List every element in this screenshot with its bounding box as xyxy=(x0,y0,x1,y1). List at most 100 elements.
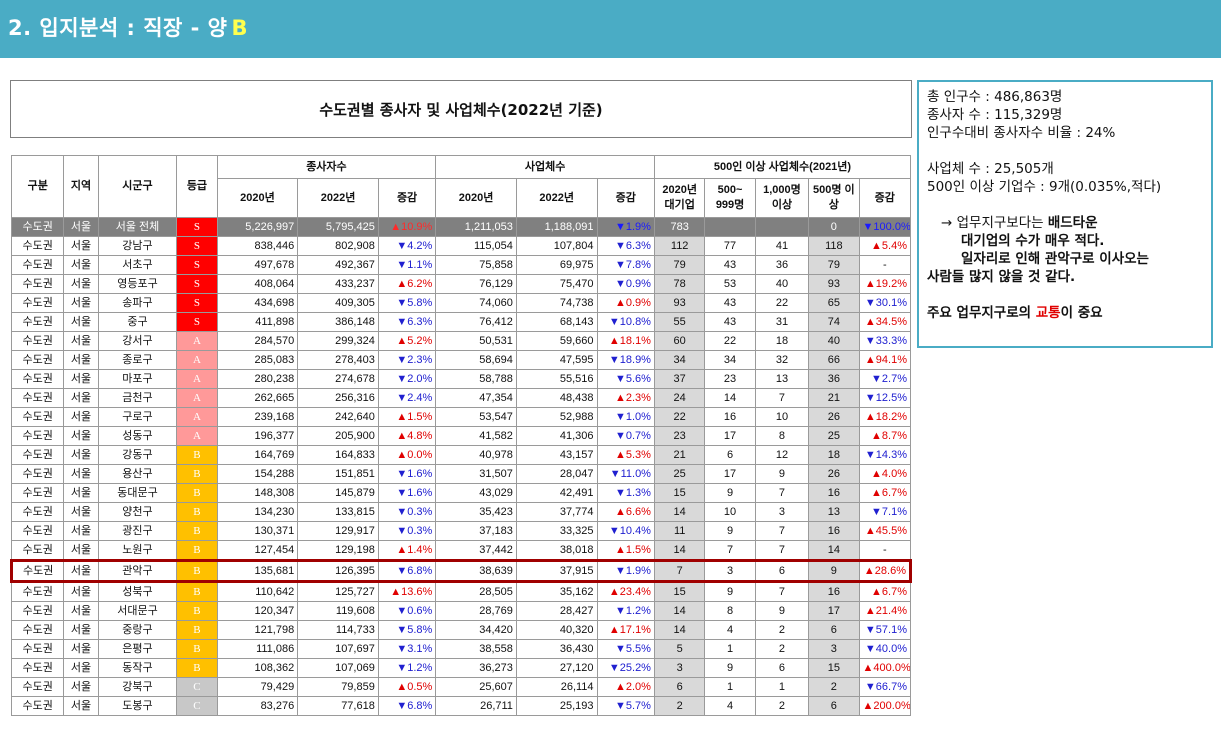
cell-grade: S xyxy=(176,236,218,256)
cell-biz-change: ▼10.4% xyxy=(596,521,655,541)
cell-large-1000: 8 xyxy=(754,426,810,446)
cell-sigungu: 관악구 xyxy=(97,559,178,583)
header-region: 지역 xyxy=(63,155,99,218)
cell-biz-2020: 38,558 xyxy=(435,639,517,659)
cell-region: 서울 xyxy=(63,293,99,313)
cell-workers-2022: 79,859 xyxy=(297,677,379,697)
cell-biz-change: ▲5.3% xyxy=(596,445,655,465)
cell-large-change: ▲4.0% xyxy=(858,464,912,484)
cell-workers-change: ▼2.0% xyxy=(377,369,437,389)
header-grade: 등급 xyxy=(176,155,218,218)
cell-biz-2020: 47,354 xyxy=(435,388,517,408)
cell-biz-2020: 40,978 xyxy=(435,445,517,465)
cell-large-2020: 22 xyxy=(653,407,706,427)
cell-large-change: ▼14.3% xyxy=(858,445,912,465)
cell-workers-2020: 121,798 xyxy=(216,620,299,640)
note-large-firms: 500인 이상 기업수 : 9개(0.035%,적다) xyxy=(927,179,1162,195)
cell-biz-2020: 43,029 xyxy=(435,483,517,503)
change-up: ▲21.4% xyxy=(864,604,907,617)
table-row: 수도권 서울 강남구 S 838,446 802,908 ▼4.2% 115,054 107,8… xyxy=(10,236,912,256)
cell-sigungu: 성북구 xyxy=(97,581,178,602)
cell-sigungu: 강서구 xyxy=(97,331,178,351)
cell-large-change: ▲200.0% xyxy=(858,696,912,716)
cell-large-500-plus: 26 xyxy=(808,464,860,484)
cell-large-2020: 14 xyxy=(653,601,706,621)
cell-workers-2022: 107,069 xyxy=(297,658,379,678)
table-row: 수도권 서울 영등포구 S 408,064 433,237 ▲6.2% 76,129 75,47… xyxy=(10,274,912,294)
cell-large-500-999: 7 xyxy=(704,540,756,561)
change-down: ▼3.1% xyxy=(396,642,433,655)
table-row: 수도권 서울 용산구 B 154,288 151,851 ▼1.6% 31,507 28,047… xyxy=(10,464,912,484)
table-row-total: 수도권 서울 서울 전체 S 5,226,997 5,795,425 ▲10.9… xyxy=(10,217,912,237)
cell-region: 서울 xyxy=(63,677,99,697)
note-text: 이 중요 xyxy=(1060,305,1103,321)
cell-biz-2022: 26,114 xyxy=(515,677,598,697)
cell-large-1000 xyxy=(754,217,810,237)
cell-biz-2020: 41,582 xyxy=(435,426,517,446)
cell-gubun: 수도권 xyxy=(10,601,65,621)
cell-large-500-999: 17 xyxy=(704,464,756,484)
cell-large-500-plus: 66 xyxy=(808,350,860,370)
cell-region: 서울 xyxy=(63,236,99,256)
cell-biz-2022: 69,975 xyxy=(515,255,598,275)
cell-workers-2022: 145,879 xyxy=(297,483,379,503)
change-down: ▼33.3% xyxy=(864,334,907,347)
cell-large-2020: 23 xyxy=(653,426,706,446)
cell-region: 서울 xyxy=(63,426,99,446)
cell-workers-change: ▲10.9% xyxy=(377,217,437,237)
change-down: ▼1.6% xyxy=(396,467,433,480)
cell-large-500-plus: 9 xyxy=(808,559,860,583)
cell-region: 서울 xyxy=(63,369,99,389)
cell-large-change: ▲8.7% xyxy=(858,426,912,446)
cell-workers-2020: 120,347 xyxy=(216,601,299,621)
cell-sigungu: 중구 xyxy=(97,312,178,332)
cell-workers-2020: 262,665 xyxy=(216,388,299,408)
cell-workers-2022: 256,316 xyxy=(297,388,379,408)
cell-region: 서울 xyxy=(63,350,99,370)
cell-workers-2022: 492,367 xyxy=(297,255,379,275)
cell-large-500-plus: 118 xyxy=(808,236,860,256)
cell-grade: B xyxy=(176,658,218,678)
cell-large-500-999: 77 xyxy=(704,236,756,256)
cell-workers-2020: 108,362 xyxy=(216,658,299,678)
change-down: ▼0.9% xyxy=(615,277,651,290)
cell-biz-2020: 28,505 xyxy=(435,581,517,602)
cell-workers-2022: 299,324 xyxy=(297,331,379,351)
header-large-500-plus: 500명 이상 xyxy=(808,178,860,218)
cell-workers-2020: 196,377 xyxy=(216,426,299,446)
cell-biz-2022: 27,120 xyxy=(515,658,598,678)
cell-large-500-999: 8 xyxy=(704,601,756,621)
cell-region: 서울 xyxy=(63,620,99,640)
cell-workers-2020: 5,226,997 xyxy=(216,217,299,237)
cell-biz-change: ▼1.9% xyxy=(596,217,655,237)
change-down: ▼25.2% xyxy=(608,661,651,674)
cell-grade: A xyxy=(176,388,218,408)
change-down: ▼2.4% xyxy=(396,391,433,404)
cell-workers-2022: 125,727 xyxy=(297,581,379,602)
cell-large-500-999: 43 xyxy=(704,255,756,275)
change-down: ▼0.3% xyxy=(396,505,433,518)
cell-grade: S xyxy=(176,217,218,237)
cell-workers-2022: 151,851 xyxy=(297,464,379,484)
cell-large-change: ▲6.7% xyxy=(858,483,912,503)
cell-region: 서울 xyxy=(63,521,99,541)
cell-large-change: ▼57.1% xyxy=(858,620,912,640)
cell-large-1000: 32 xyxy=(754,350,810,370)
cell-large-2020: 3 xyxy=(653,658,706,678)
cell-biz-2020: 58,788 xyxy=(435,369,517,389)
note-emphasis: 교통 xyxy=(1035,305,1061,321)
cell-large-1000: 7 xyxy=(754,581,810,602)
cell-large-2020: 15 xyxy=(653,483,706,503)
cell-large-500-999: 4 xyxy=(704,620,756,640)
cell-grade: B xyxy=(176,521,218,541)
change-down: ▼2.0% xyxy=(396,372,433,385)
table-row: 수도권 서울 종로구 A 285,083 278,403 ▼2.3% 58,694 47,595… xyxy=(10,350,912,370)
change-up: ▲4.0% xyxy=(871,467,907,480)
cell-large-1000: 13 xyxy=(754,369,810,389)
cell-grade: C xyxy=(176,677,218,697)
change-up: ▲10.9% xyxy=(390,220,433,233)
cell-large-500-999: 43 xyxy=(704,293,756,313)
cell-region: 서울 xyxy=(63,217,99,237)
cell-region: 서울 xyxy=(63,274,99,294)
cell-large-500-plus: 17 xyxy=(808,601,860,621)
